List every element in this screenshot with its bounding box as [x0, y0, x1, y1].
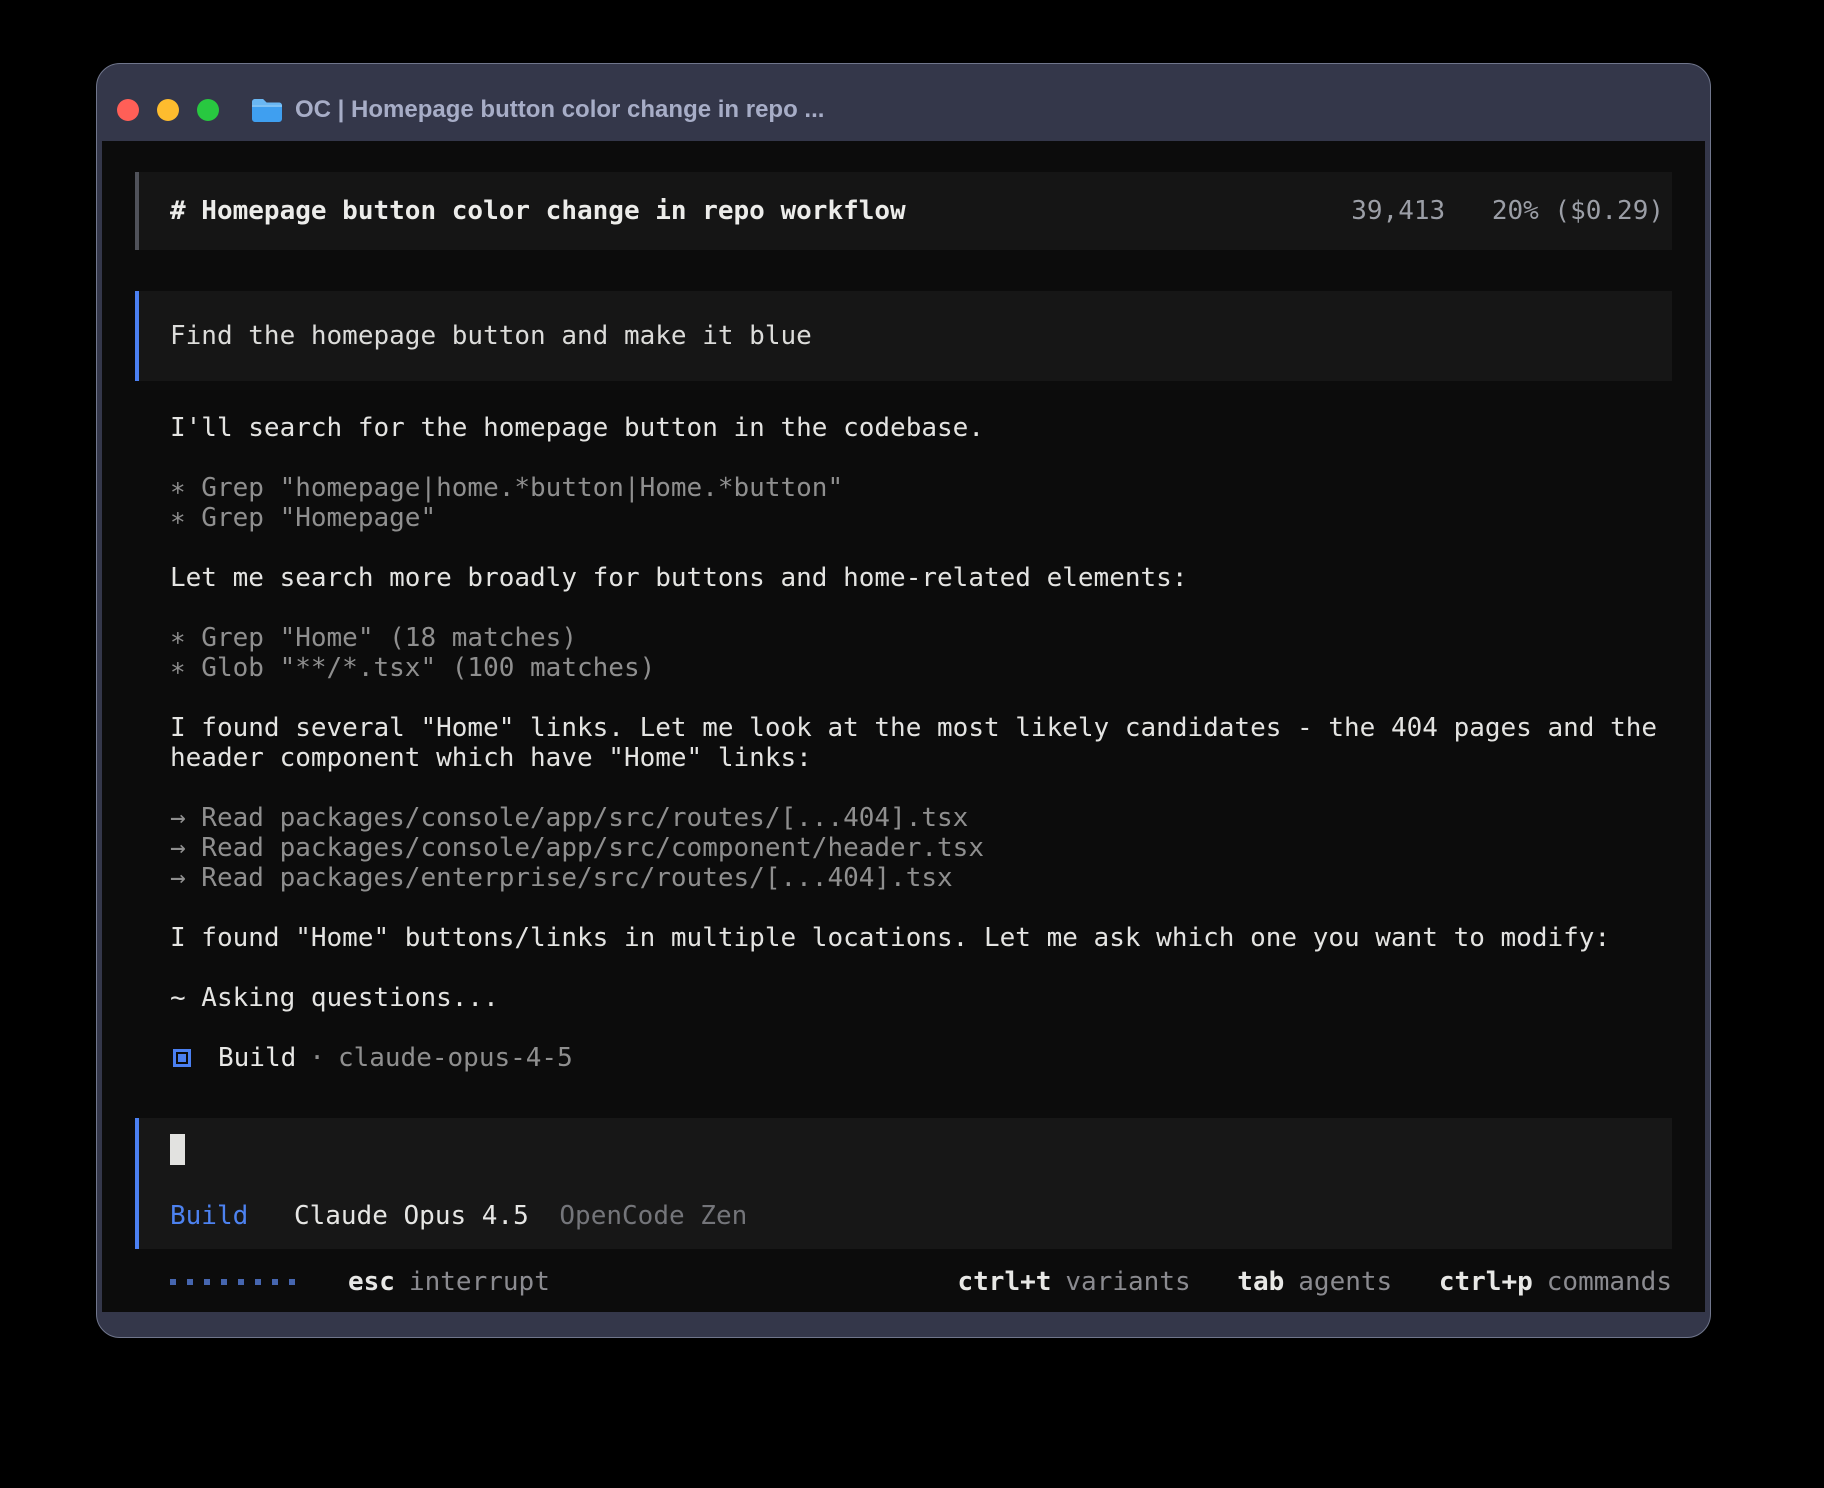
provider-label: OpenCode Zen — [559, 1201, 747, 1231]
tool-call-line: ∗ Grep "homepage|home.*button|Home.*butt… — [170, 473, 1682, 503]
dots-spinner-icon — [170, 1279, 306, 1285]
model-info-row: Build Claude Opus 4.5 OpenCode Zen — [170, 1201, 1641, 1231]
terminal-screen: # Homepage button color change in repo w… — [102, 141, 1705, 1312]
zoom-button[interactable] — [197, 99, 219, 121]
terminal-window: OC | Homepage button color change in rep… — [96, 63, 1711, 1338]
tool-call-group: → Read packages/console/app/src/routes/[… — [170, 803, 1682, 893]
session-header: # Homepage button color change in repo w… — [135, 172, 1672, 250]
esc-label: interrupt — [409, 1267, 550, 1297]
agent-model: claude-opus-4-5 — [338, 1043, 573, 1073]
prompt-input[interactable]: Build Claude Opus 4.5 OpenCode Zen — [135, 1118, 1672, 1249]
minimize-button[interactable] — [157, 99, 179, 121]
tool-call-line: ∗ Grep "Homepage" — [170, 503, 1682, 533]
assistant-text: I found "Home" buttons/links in multiple… — [170, 923, 1682, 953]
assistant-text: I'll search for the homepage button in t… — [170, 413, 1682, 443]
tool-call-group: ∗ Grep "Home" (18 matches) ∗ Glob "**/*.… — [170, 623, 1682, 683]
assistant-status: ~ Asking questions... — [170, 983, 1682, 1013]
tool-call-line: → Read packages/enterprise/src/routes/[.… — [170, 863, 1682, 893]
tool-call-line: ∗ Glob "**/*.tsx" (100 matches) — [170, 653, 1682, 683]
session-stats: 39,413 20% ($0.29) — [1351, 196, 1664, 226]
folder-icon — [251, 97, 283, 123]
window-titlebar[interactable]: OC | Homepage button color change in rep… — [97, 64, 1710, 141]
text-cursor — [170, 1134, 185, 1165]
agent-name: Build — [218, 1043, 296, 1073]
assistant-text: I found several "Home" links. Let me loo… — [170, 713, 1682, 773]
session-title: # Homepage button color change in repo w… — [170, 196, 906, 226]
agent-attribution: Build · claude-opus-4-5 — [170, 1043, 1682, 1073]
tool-call-line: ∗ Grep "Home" (18 matches) — [170, 623, 1682, 653]
close-button[interactable] — [117, 99, 139, 121]
assistant-transcript: I'll search for the homepage button in t… — [135, 413, 1682, 1073]
shortcut-hint-variants: ctrl+tvariants — [957, 1267, 1206, 1297]
user-message-text: Find the homepage button and make it blu… — [170, 321, 812, 351]
tool-call-line: → Read packages/console/app/src/componen… — [170, 833, 1682, 863]
status-bar: esc interrupt ctrl+tvariants tabagents c… — [135, 1267, 1672, 1297]
user-message: Find the homepage button and make it blu… — [135, 291, 1672, 381]
tool-call-group: ∗ Grep "homepage|home.*button|Home.*butt… — [170, 473, 1682, 533]
tool-call-line: → Read packages/console/app/src/routes/[… — [170, 803, 1682, 833]
window-title: OC | Homepage button color change in rep… — [295, 96, 824, 124]
shortcut-hint-commands: ctrl+pcommands — [1439, 1267, 1672, 1297]
model-label: Claude Opus 4.5 — [294, 1201, 529, 1231]
assistant-text: Let me search more broadly for buttons a… — [170, 563, 1682, 593]
esc-key: esc — [348, 1267, 395, 1297]
filled-square-icon — [173, 1049, 191, 1067]
context-usage: 20% ($0.29) — [1492, 196, 1664, 226]
mode-label: Build — [170, 1201, 248, 1231]
token-count: 39,413 — [1351, 196, 1445, 226]
shortcut-hint-agents: tabagents — [1237, 1267, 1408, 1297]
agent-separator: · — [309, 1043, 325, 1073]
